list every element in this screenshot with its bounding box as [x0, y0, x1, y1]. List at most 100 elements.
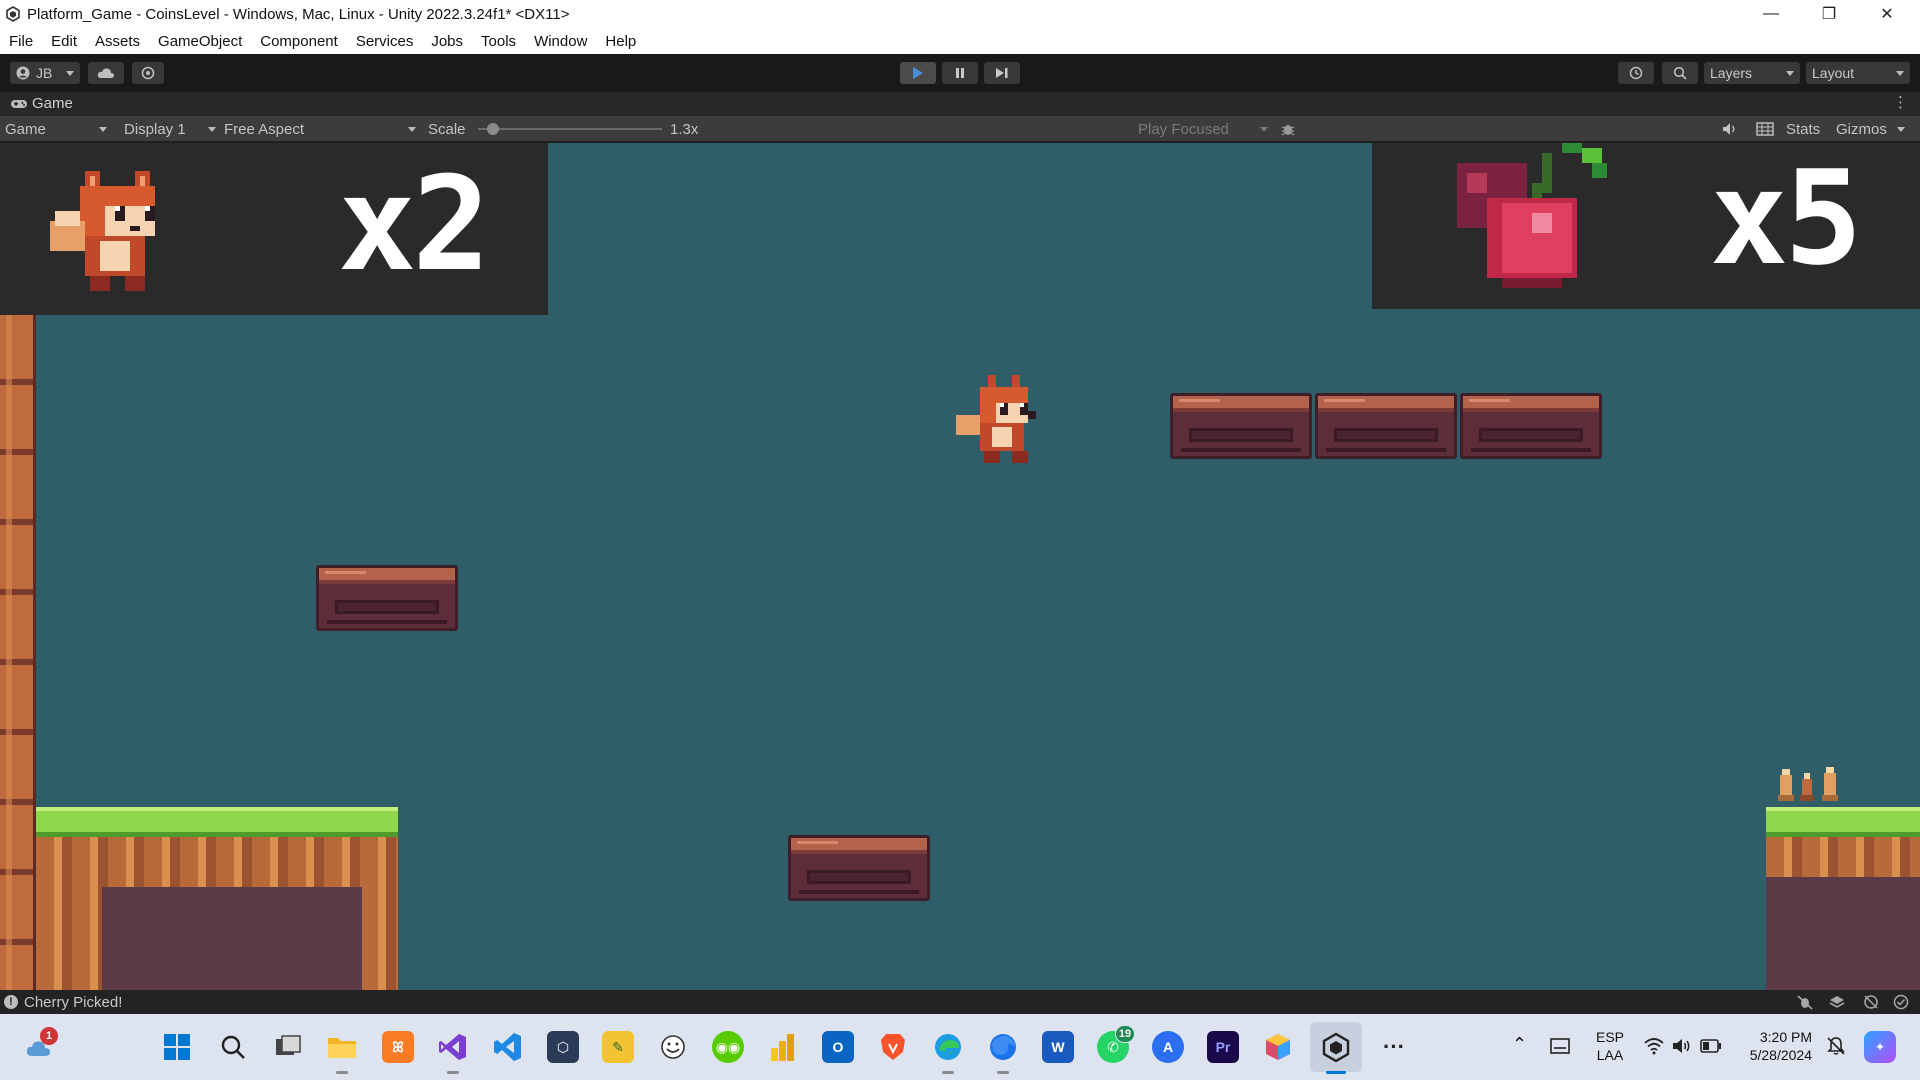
bug-button[interactable] — [1280, 120, 1296, 138]
step-icon — [996, 68, 1008, 78]
app-store-icon: A — [1162, 1039, 1174, 1055]
vs-code-app[interactable] — [492, 1031, 524, 1063]
app-store-app[interactable]: A — [1152, 1031, 1184, 1063]
tray-chevron-icon[interactable]: ⌃ — [1512, 1034, 1527, 1055]
whatsapp-app[interactable]: ✆ 19 — [1097, 1025, 1135, 1063]
layers-status-icon[interactable] — [1828, 994, 1846, 1010]
menu-gameobject[interactable]: GameObject — [149, 33, 251, 50]
paint-tool-icon: ✎ — [612, 1038, 624, 1055]
language-indicator[interactable]: ESP LAA — [1596, 1028, 1624, 1064]
scale-slider-handle[interactable] — [486, 123, 499, 135]
restore-button[interactable]: ❐ — [1800, 0, 1858, 28]
paint-tool-app[interactable]: ✎ — [602, 1031, 634, 1063]
scale-slider[interactable] — [478, 123, 662, 135]
layout-label: Layout — [1812, 65, 1855, 81]
whatsapp-badge: 19 — [1115, 1025, 1135, 1043]
menu-component[interactable]: Component — [251, 33, 347, 50]
account-icon — [16, 66, 30, 80]
outlook-app[interactable]: O — [822, 1031, 854, 1063]
menu-help[interactable]: Help — [596, 33, 645, 50]
battery-icon[interactable] — [1700, 1039, 1722, 1053]
info-icon: ! — [4, 995, 18, 1009]
unity-hub-app[interactable]: ⬡ — [547, 1031, 579, 1063]
bug-off-icon[interactable] — [1796, 994, 1814, 1010]
active-indicator — [1326, 1071, 1346, 1074]
brave-app[interactable] — [877, 1031, 909, 1063]
menu-tools[interactable]: Tools — [472, 33, 525, 50]
chevron-down-icon — [1260, 127, 1268, 132]
status-bar: ! Cherry Picked! — [0, 990, 1920, 1014]
premiere-pro-app[interactable]: Pr — [1207, 1031, 1239, 1063]
task-view-button[interactable] — [272, 1031, 304, 1063]
start-button[interactable] — [161, 1031, 193, 1063]
account-dropdown[interactable]: JB — [10, 62, 80, 84]
collab-button[interactable] — [132, 62, 164, 84]
menu-window[interactable]: Window — [525, 33, 596, 50]
game-viewport[interactable]: x2 x5 — [0, 143, 1920, 990]
xampp-app[interactable]: ꕤ — [382, 1031, 414, 1063]
network-off-icon[interactable] — [1862, 994, 1880, 1010]
menu-edit[interactable]: Edit — [42, 33, 86, 50]
notifications-off-icon[interactable] — [1826, 1036, 1846, 1056]
brave-icon — [881, 1034, 905, 1060]
pause-button[interactable] — [942, 62, 978, 84]
file-explorer-app[interactable] — [326, 1031, 358, 1063]
step-button[interactable] — [984, 62, 1020, 84]
close-button[interactable]: ✕ — [1858, 0, 1916, 28]
wifi-icon[interactable] — [1644, 1037, 1664, 1055]
tab-game[interactable]: Game — [10, 95, 73, 112]
firefox-app[interactable] — [987, 1031, 1019, 1063]
play-button[interactable] — [900, 62, 936, 84]
status-message[interactable]: Cherry Picked! — [24, 994, 122, 1011]
clock-date: 5/28/2024 — [1749, 1047, 1812, 1063]
duolingo-app[interactable]: ◉◉ — [712, 1031, 744, 1063]
player-character — [956, 375, 1036, 463]
display-dropdown[interactable]: Display 1 — [124, 120, 216, 138]
pause-icon — [956, 68, 964, 78]
volume-icon[interactable] — [1672, 1037, 1692, 1055]
unity-toolbar: JB Layers Layout — [0, 54, 1920, 92]
visual-studio-app[interactable] — [437, 1031, 469, 1063]
layers-dropdown[interactable]: Layers — [1704, 62, 1800, 84]
taskbar-search[interactable] — [217, 1031, 249, 1063]
mute-audio-button[interactable] — [1722, 120, 1738, 138]
unity-hub-icon: ⬡ — [556, 1038, 570, 1055]
emoji-app[interactable] — [657, 1031, 689, 1063]
play-mode-dropdown[interactable]: Play Focused — [1138, 120, 1268, 138]
word-app[interactable]: W — [1042, 1031, 1074, 1063]
clock[interactable]: 3:20 PM 5/28/2024 — [1742, 1028, 1812, 1064]
weather-widget[interactable]: 1 — [24, 1027, 58, 1063]
copilot-app[interactable]: ✦ — [1864, 1031, 1896, 1063]
view-label: Game — [5, 120, 46, 138]
left-wall — [0, 315, 36, 990]
power-bi-app[interactable] — [767, 1031, 799, 1063]
search-button[interactable] — [1662, 62, 1698, 84]
menu-services[interactable]: Services — [347, 33, 423, 50]
ground-right — [1766, 807, 1920, 990]
menu-file[interactable]: File — [0, 33, 42, 50]
cloud-button[interactable] — [88, 62, 124, 84]
cube-app[interactable] — [1262, 1031, 1294, 1063]
stats-button[interactable]: Stats — [1786, 120, 1820, 138]
unity-app[interactable] — [1320, 1031, 1352, 1063]
layout-dropdown[interactable]: Layout — [1806, 62, 1910, 84]
minimize-button[interactable]: — — [1742, 0, 1800, 28]
edge-dev-app[interactable] — [932, 1031, 964, 1063]
cherries-count: x5 — [1710, 143, 1863, 294]
aspect-dropdown[interactable]: Free Aspect — [224, 120, 416, 138]
keyboard-layout-icon[interactable] — [1550, 1038, 1570, 1056]
menu-assets[interactable]: Assets — [86, 33, 149, 50]
search-icon — [221, 1035, 245, 1059]
scale-value: 1.3x — [670, 120, 699, 138]
history-button[interactable] — [1618, 62, 1654, 84]
gizmos-button[interactable]: Gizmos — [1836, 120, 1905, 138]
menu-jobs[interactable]: Jobs — [422, 33, 472, 50]
more-apps-icon[interactable]: ··· — [1378, 1031, 1410, 1063]
check-circle-icon[interactable] — [1892, 994, 1910, 1010]
display-label: Display 1 — [124, 120, 186, 138]
grid-button[interactable] — [1756, 120, 1774, 138]
view-dropdown[interactable]: Game — [5, 120, 111, 138]
clock-time: 3:20 PM — [1759, 1029, 1812, 1045]
keyboard-label: LAA — [1596, 1047, 1624, 1063]
tab-menu-icon[interactable]: ⋮ — [1893, 95, 1908, 110]
